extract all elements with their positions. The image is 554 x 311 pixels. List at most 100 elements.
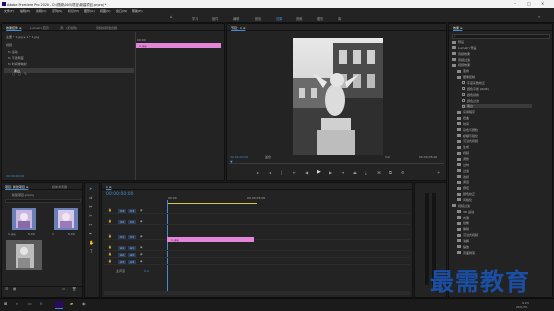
mark-out-icon[interactable]: ◂ xyxy=(269,171,271,175)
compare-icon[interactable]: ⧉ xyxy=(389,171,392,175)
effects-folder[interactable]: 风格化 xyxy=(457,198,472,202)
workspace-tab-active[interactable]: 效果 xyxy=(276,16,282,21)
effects-item[interactable]: 颜色过滤 xyxy=(462,99,479,103)
minimize-icon[interactable]: – xyxy=(514,1,516,6)
track-toggle[interactable]: V2 xyxy=(118,220,126,224)
timeline-scrollbar[interactable] xyxy=(104,291,410,295)
fit-dropdown[interactable]: 适合 xyxy=(265,155,271,159)
eye-icon[interactable]: ◉ xyxy=(140,209,143,212)
lift-icon[interactable]: ⏏ xyxy=(353,171,357,175)
lock-icon[interactable]: 🔒 xyxy=(108,253,112,256)
tab-lumetri-scopes[interactable]: Lumetri 范围 xyxy=(30,26,49,30)
mark-in-icon[interactable]: ▸ xyxy=(257,171,259,175)
effects-folder[interactable]: 实用程序 xyxy=(457,110,475,114)
effects-item[interactable]: 黑白 xyxy=(462,104,532,109)
track-name[interactable]: V1 xyxy=(128,235,136,239)
track-name[interactable]: V2 xyxy=(128,220,136,224)
trash-icon[interactable]: 🗑 xyxy=(72,287,76,292)
selection-tool-icon[interactable]: ➤ xyxy=(89,187,92,191)
play-icon[interactable]: ▶ xyxy=(317,170,321,175)
home-icon[interactable]: ⌂ xyxy=(170,15,173,19)
effects-folder[interactable]: 溶解 xyxy=(457,239,469,243)
mask-pen-icon[interactable]: ✎ xyxy=(24,72,27,77)
effects-folder[interactable]: 内滑 xyxy=(457,216,469,220)
prop-opacity[interactable]: fx 不透明度 xyxy=(8,56,24,60)
thumb-image[interactable] xyxy=(12,208,36,230)
menu-clip[interactable]: 剪辑(C) xyxy=(36,9,46,13)
marker-icon[interactable]: | xyxy=(281,171,282,175)
search-icon[interactable]: ⌕ xyxy=(538,15,540,19)
menu-graphics[interactable]: 图形(G) xyxy=(84,9,95,13)
track-name[interactable]: V3 xyxy=(128,209,136,213)
slip-tool-icon[interactable]: ↔ xyxy=(89,223,92,227)
eye-icon[interactable]: ◉ xyxy=(140,253,143,256)
workspace-tab[interactable]: 学习 xyxy=(192,16,198,21)
menu-edit[interactable]: 编辑(E) xyxy=(20,9,30,13)
effects-folder[interactable]: 颜色校正 xyxy=(457,192,475,196)
effects-folder[interactable]: 模糊与锐化 xyxy=(457,134,478,138)
workspace-tab[interactable]: 组件 xyxy=(212,16,218,21)
tab-source[interactable]: 源：(无剪辑) xyxy=(60,26,77,30)
effects-folder[interactable]: 杂色与颗粒 xyxy=(457,128,478,132)
go-in-icon[interactable]: ⇤ xyxy=(293,171,296,175)
extract-icon[interactable]: ⤓ xyxy=(365,171,367,175)
settings-icon[interactable]: ⚙ xyxy=(401,171,405,175)
lock-icon[interactable]: 🔒 xyxy=(108,235,112,238)
eye-icon[interactable]: ◉ xyxy=(140,246,143,249)
track-toggle[interactable]: V3 xyxy=(118,209,126,213)
track-toggle[interactable]: V1 xyxy=(118,235,126,239)
tab-program[interactable]: 节目：1 ≡ xyxy=(231,26,245,30)
pen-tool-icon[interactable]: ✒ xyxy=(89,232,92,236)
prop-time-remap[interactable]: fx 时间重映射 xyxy=(8,62,27,66)
start-icon[interactable]: ⊞ xyxy=(4,302,7,306)
effects-folder[interactable]: 沉浸式视频 xyxy=(457,233,478,237)
effects-folder[interactable]: 预设 xyxy=(452,40,464,44)
thumb-bw-preview[interactable] xyxy=(6,240,42,270)
lock-icon[interactable]: 🔒 xyxy=(108,260,112,263)
workspace-tab[interactable]: 颜色 xyxy=(255,16,261,21)
effects-folder[interactable]: 扭曲 xyxy=(457,116,469,120)
effects-folder[interactable]: 沉浸式视频 xyxy=(457,139,478,143)
menu-view[interactable]: 视图(V) xyxy=(100,9,110,13)
step-forward-icon[interactable]: ▶ xyxy=(329,171,332,175)
tab-effects[interactable]: 效果 ≡ xyxy=(453,26,462,30)
menu-help[interactable]: 帮助(H) xyxy=(132,9,143,13)
track-name[interactable]: A2 xyxy=(128,253,136,257)
hand-tool-icon[interactable]: ✋ xyxy=(89,241,94,245)
ripple-edit-icon[interactable]: ⇹ xyxy=(89,205,92,209)
effects-folder[interactable]: 视频 xyxy=(457,151,469,155)
effects-folder[interactable]: 划像 xyxy=(457,221,469,225)
track-name[interactable]: A3 xyxy=(128,260,136,264)
lock-icon[interactable]: 🔒 xyxy=(108,209,112,212)
step-back-icon[interactable]: ◀ xyxy=(305,171,308,175)
maximize-icon[interactable]: □ xyxy=(527,1,531,6)
lock-icon[interactable]: 🔒 xyxy=(108,220,112,223)
menu-file[interactable]: 文件(F) xyxy=(4,9,14,13)
workspace-tab[interactable]: 音频 xyxy=(296,16,302,21)
effects-folder[interactable]: 透视 xyxy=(457,175,469,179)
prop-motion[interactable]: fx 运动 xyxy=(8,50,18,54)
effects-folder[interactable]: 擦除 xyxy=(457,227,469,231)
effects-folder[interactable]: 缩放 xyxy=(457,245,469,249)
export-frame-icon[interactable]: ⌘ xyxy=(377,171,381,175)
eye-icon[interactable]: ◉ xyxy=(140,260,143,263)
resolution-dropdown[interactable]: 1/2 xyxy=(385,155,390,159)
tab-audio-mixer[interactable]: 音频剪辑混合器 xyxy=(96,26,117,30)
effects-folder[interactable]: 视频过渡 xyxy=(452,204,470,208)
tab-project[interactable]: 项目: 新建项目 ≡ xyxy=(5,185,28,189)
type-tool-icon[interactable]: T xyxy=(90,250,92,254)
mask-rect-icon[interactable]: □ xyxy=(18,72,21,77)
effects-folder[interactable]: 生成 xyxy=(457,145,469,149)
effect-clip-bar[interactable]: 1.jpg xyxy=(136,43,221,48)
effects-folder[interactable]: Lumetri 预设 xyxy=(452,46,477,50)
timeline-clip[interactable]: 1.jpg xyxy=(167,237,254,242)
master-value[interactable]: 0.0 xyxy=(144,269,149,273)
work-area-bar[interactable] xyxy=(167,203,257,204)
premiere-icon[interactable] xyxy=(55,301,63,309)
effects-item[interactable]: 颜色平衡 (RGB) xyxy=(462,87,489,91)
effects-folder[interactable]: 时间 xyxy=(457,122,469,126)
menu-sequence[interactable]: 序列(S) xyxy=(52,9,62,13)
folder-icon[interactable]: ▰ xyxy=(70,302,73,306)
effects-folder[interactable]: 调整 xyxy=(457,157,469,161)
effects-folder[interactable]: 视频效果 xyxy=(452,63,470,67)
